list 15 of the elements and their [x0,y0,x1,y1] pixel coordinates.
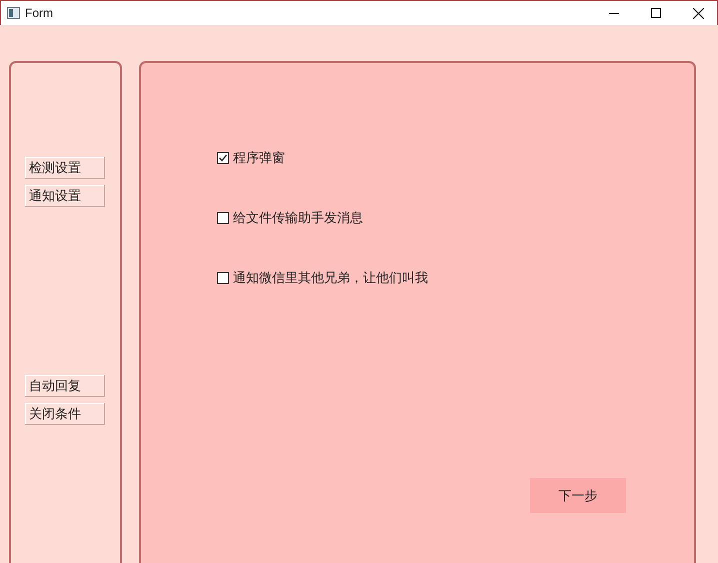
close-icon[interactable] [693,8,704,18]
app-icon [7,7,20,19]
sidebar-button[interactable]: 检测设置 [25,157,105,179]
checkbox[interactable] [217,272,229,284]
checkbox[interactable] [217,212,229,224]
sidebar-button[interactable]: 通知设置 [25,185,105,207]
checkbox[interactable] [217,152,229,164]
maximize-icon[interactable] [651,8,661,18]
checkbox-label: 通知微信里其他兄弟，让他们叫我 [233,268,428,287]
next-button[interactable]: 下一步 [530,478,626,513]
checkbox-label: 程序弹窗 [233,148,285,167]
sidebar-button[interactable]: 关闭条件 [25,403,105,425]
sidebar-button[interactable]: 自动回复 [25,375,105,397]
window-title: Form [25,5,53,22]
checkbox-label: 给文件传输助手发消息 [233,208,363,227]
